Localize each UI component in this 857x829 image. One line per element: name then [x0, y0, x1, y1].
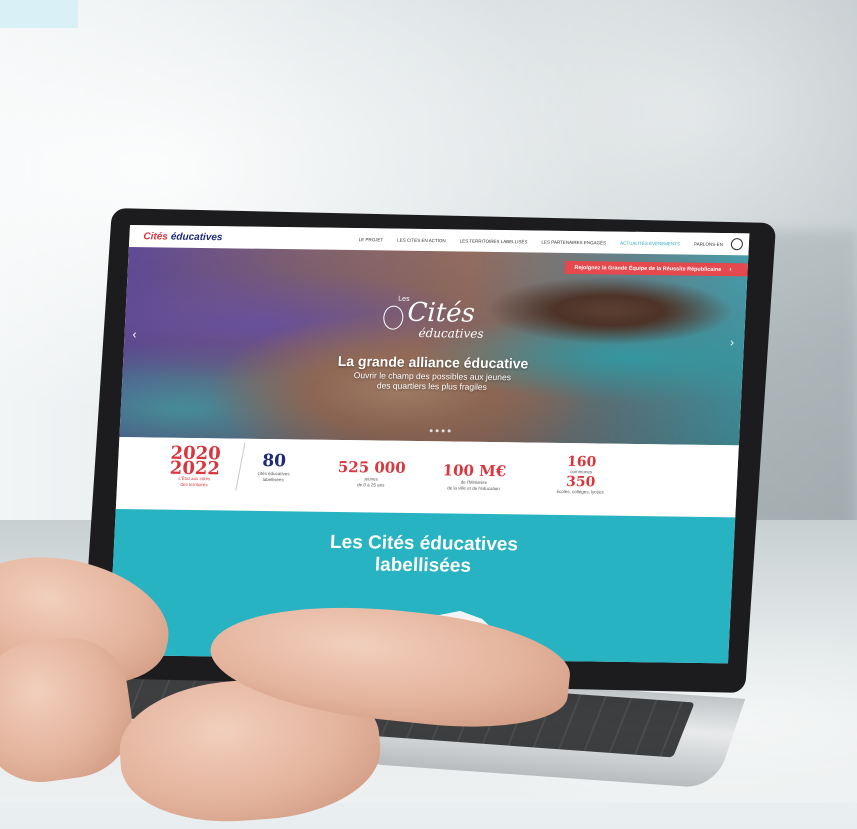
carousel-dot[interactable]	[435, 429, 439, 433]
nav-item-actualites[interactable]: ACTUALITÉS ÉVÉNEMENTS	[620, 240, 680, 246]
carousel-dot[interactable]	[447, 429, 451, 433]
stat-communes-value: 160	[566, 454, 597, 471]
chevron-right-icon: ›	[729, 266, 732, 274]
main-nav: LE PROJET LES CITÉS EN ACTION LES TERRIT…	[359, 237, 723, 247]
globe-icon[interactable]	[730, 238, 744, 251]
stat-ecoles-caption: écoles, collèges, lycées	[556, 488, 604, 495]
nav-item-territoires[interactable]: LES TERRITOIRES LABELLISÉS	[460, 238, 528, 244]
carousel-dots	[429, 429, 451, 433]
laptop-screen: Cités éducatives LE PROJET LES CITÉS EN …	[108, 225, 750, 664]
nav-item-projet[interactable]: LE PROJET	[359, 237, 384, 242]
nav-item-cites-en-action[interactable]: LES CITÉS EN ACTION	[397, 237, 446, 243]
nav-item-parlons-en[interactable]: PARLONS-EN	[694, 241, 723, 246]
hero-logo: Les Cités éducatives	[382, 295, 504, 347]
stat-jeunes-value: 525 000	[337, 457, 407, 477]
stat-communes: 160 communes 350 écoles, collèges, lycée…	[556, 454, 605, 496]
carousel-prev-icon[interactable]: ‹	[132, 327, 137, 341]
stat-cites-value: 80	[261, 450, 287, 472]
stats-divider	[235, 442, 246, 491]
corner-tint	[0, 0, 78, 28]
hero-carousel: Rejoignez la Grande Équipe de la Réussit…	[119, 247, 749, 446]
carousel-dot[interactable]	[429, 429, 433, 433]
hero-logo-cites: Cités	[406, 297, 476, 329]
stat-budget: 100 M€ de l'Ministère de la ville et de …	[442, 461, 507, 492]
carousel-next-icon[interactable]: ›	[730, 335, 735, 349]
stat-cites-caption2: labellisées	[262, 476, 284, 483]
carousel-dot[interactable]	[441, 429, 445, 433]
stat-jeunes-caption2: de 0 à 25 ans	[357, 482, 385, 488]
stats-band: 2020 2022 L'État aux côtés des territoir…	[115, 437, 739, 518]
stat-jeunes: 525 000 jeunes de 0 à 25 ans	[337, 458, 406, 489]
stat-years-caption2: des territoires	[180, 481, 208, 488]
site-logo[interactable]: Cités éducatives	[143, 231, 223, 243]
section-title: Les Cités éducatives labellisées	[113, 529, 735, 581]
hero-logo-educatives: éducatives	[418, 325, 484, 341]
stat-years: 2020 2022 L'État aux côtés des territoir…	[169, 443, 221, 489]
join-banner[interactable]: Rejoignez la Grande Équipe de la Réussit…	[564, 260, 748, 277]
stat-ecoles-value: 350	[565, 474, 596, 491]
banner-text: Rejoignez la Grande Équipe de la Réussit…	[574, 264, 722, 273]
logo-part2: éducatives	[170, 231, 223, 243]
stat-budget-caption2: de la ville et de l'éducation	[447, 485, 500, 492]
stat-cites: 80 cités éducatives labellisées	[257, 451, 291, 483]
stat-budget-value: 100 M€	[442, 461, 507, 481]
smiley-face-icon	[382, 305, 404, 330]
nav-item-partenaires[interactable]: LES PARTENAIRES ENGAGÉS	[541, 239, 606, 245]
stat-years-bottom: 2022	[169, 457, 221, 480]
logo-part1: Cités	[143, 230, 169, 243]
